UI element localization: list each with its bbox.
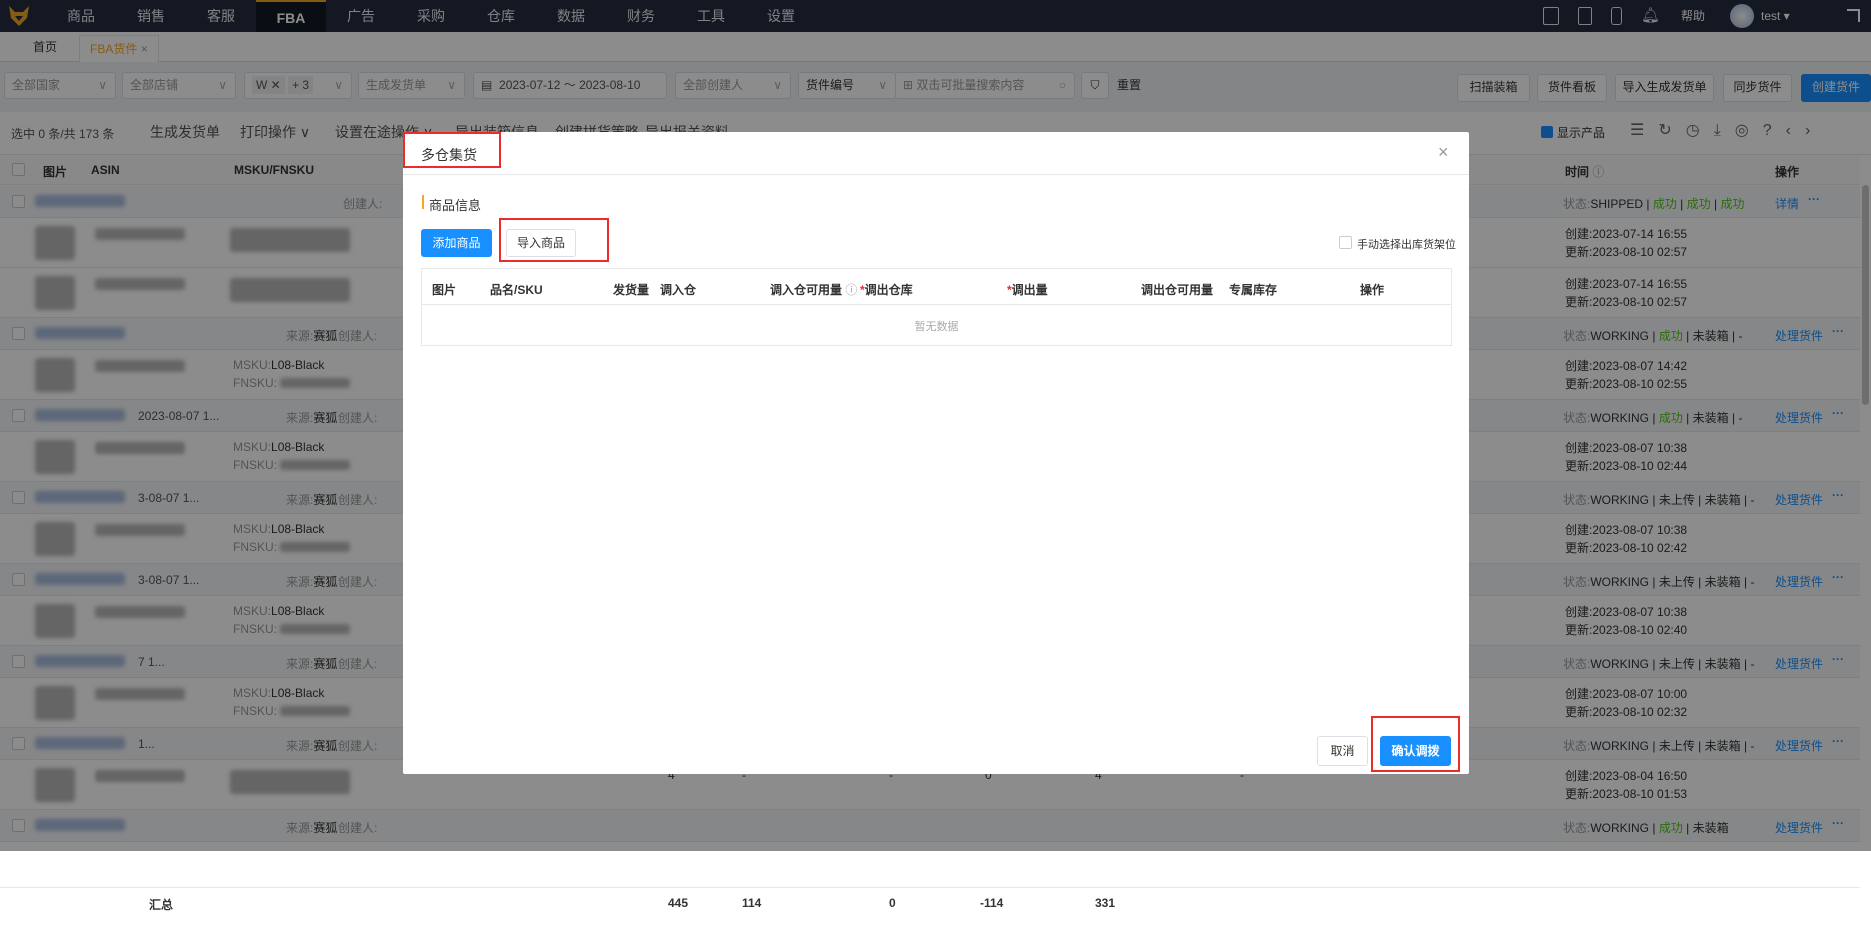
totals-label: 汇总 [149, 898, 174, 912]
section-title: 商品信息 [429, 198, 482, 213]
col-out-warehouse-label: 调出仓库 [864, 283, 913, 297]
empty-text: 暂无数据 [914, 321, 959, 333]
col-actions: 操作 [1360, 283, 1385, 297]
manual-shelf-checkbox[interactable] [1339, 236, 1352, 249]
product-table: 图片 品名/SKU 发货量 调入仓 调入仓可用量 ⓘ *调出仓库 *调出量 调出… [421, 268, 1452, 346]
col-in-available-label: 调入仓可用量 [770, 283, 843, 297]
total-value: 445 [668, 896, 689, 910]
highlight-box [499, 218, 609, 262]
multi-warehouse-consolidation-dialog: 多仓集货 × 商品信息 添加商品 导入商品 手动选择出库货架位 图片 品名/SK… [403, 132, 1469, 774]
col-image: 图片 [432, 283, 457, 297]
col-in-warehouse: 调入仓 [660, 283, 697, 297]
col-out-qty-label: 调出量 [1011, 283, 1048, 297]
product-table-header: 图片 品名/SKU 发货量 调入仓 调入仓可用量 ⓘ *调出仓库 *调出量 调出… [422, 269, 1451, 305]
col-out-qty: *调出量 [1007, 281, 1048, 298]
cancel-button[interactable]: 取消 [1317, 736, 1368, 766]
total-value: 0 [889, 896, 896, 910]
add-product-button[interactable]: 添加商品 [421, 229, 492, 257]
help-icon[interactable]: ⓘ [845, 283, 857, 297]
col-in-available: 调入仓可用量 ⓘ [770, 281, 857, 298]
totals-row: 汇总 445 114 0 -114 331 [0, 887, 1860, 927]
dialog-header [403, 132, 1469, 175]
col-out-available: 调出仓可用量 [1141, 283, 1214, 297]
close-icon[interactable]: × [1438, 142, 1449, 163]
col-ship-qty: 发货量 [613, 283, 650, 297]
col-name-sku: 品名/SKU [490, 283, 543, 297]
highlight-box [1371, 716, 1460, 772]
total-value: -114 [980, 896, 1004, 910]
col-exclusive-stock: 专属库存 [1229, 283, 1278, 297]
highlight-box [403, 132, 501, 168]
total-value: 331 [1095, 896, 1116, 910]
col-out-warehouse: *调出仓库 [860, 281, 913, 298]
section-marker [422, 195, 424, 209]
total-value: 114 [742, 896, 762, 910]
manual-shelf-label: 手动选择出库货架位 [1357, 239, 1456, 251]
